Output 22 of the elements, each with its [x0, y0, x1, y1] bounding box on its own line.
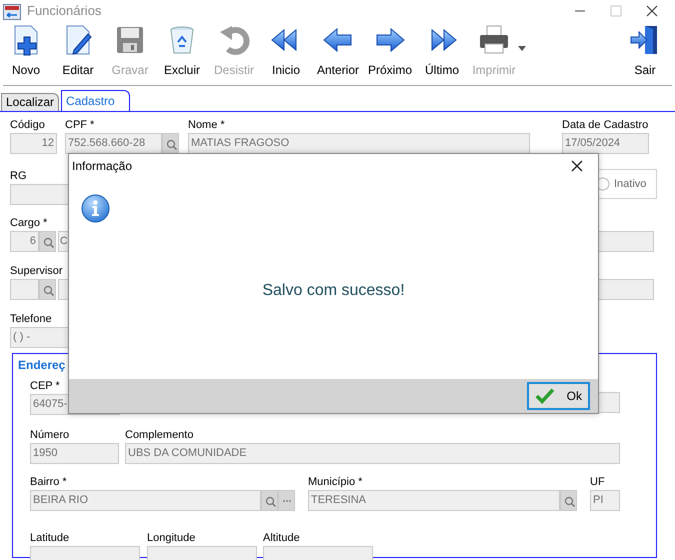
field-label: Longitude	[147, 531, 196, 546]
field-label: UF	[590, 475, 605, 490]
field-label: Município *	[308, 475, 362, 490]
group-title: Endereç	[18, 357, 66, 374]
field-label: Código	[10, 118, 45, 133]
field-label: Supervisor	[10, 264, 63, 279]
field-label: CPF *	[65, 118, 94, 133]
field-label: Latitude	[30, 531, 70, 546]
field-label: Data de Cadastro	[562, 118, 648, 133]
window-title: Funcionários	[27, 2, 102, 20]
field-label: RG	[10, 169, 26, 184]
field-label: Nome *	[188, 118, 225, 133]
field-label: Telefone	[10, 312, 52, 327]
field-label: Altitude	[263, 531, 300, 546]
field-label: Cargo *	[10, 216, 48, 231]
field-label: Número	[30, 428, 70, 443]
radio-label: Inativo	[614, 176, 646, 192]
field-label: Bairro *	[30, 475, 67, 490]
dialog-title: Informação	[72, 158, 132, 175]
field-label: CEP *	[30, 379, 60, 394]
field-label: Complemento	[125, 428, 194, 443]
dialog-message: Salvo com sucesso!	[262, 282, 405, 299]
